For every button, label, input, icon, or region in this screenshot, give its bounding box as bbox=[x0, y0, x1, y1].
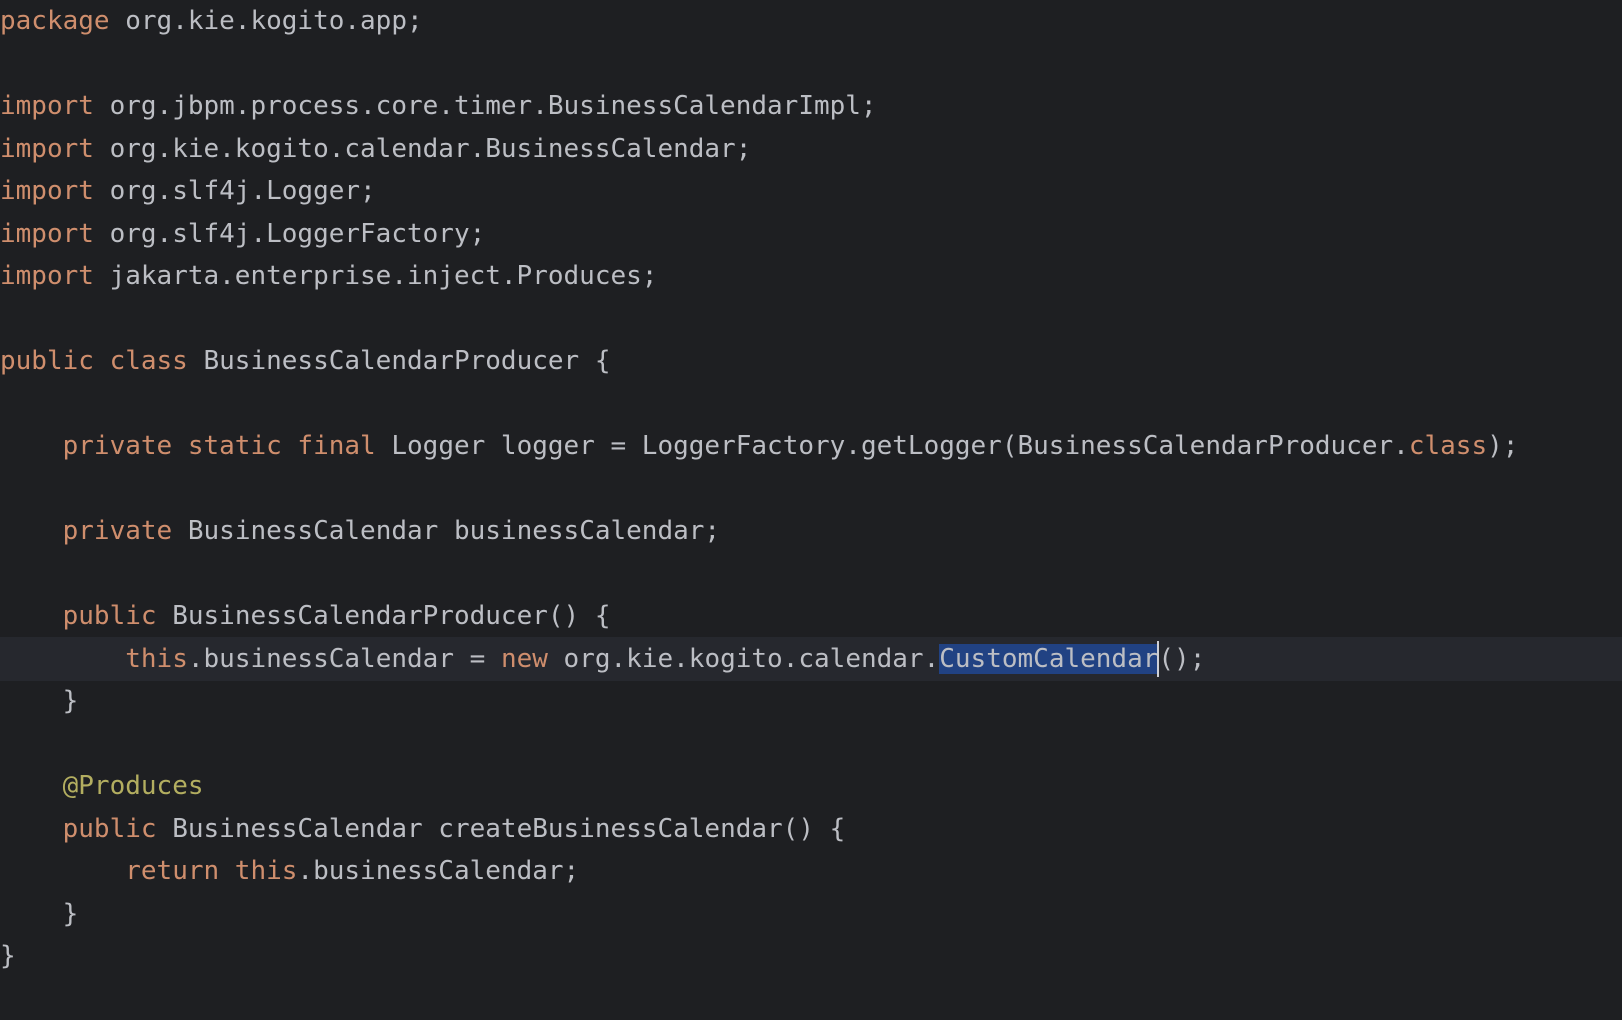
code-line-4[interactable]: import org.kie.kogito.calendar.BusinessC… bbox=[0, 127, 1622, 171]
code-token: } bbox=[0, 686, 79, 716]
code-line-10[interactable] bbox=[0, 382, 1622, 426]
code-line-15[interactable]: public BusinessCalendarProducer() { bbox=[0, 594, 1622, 638]
code-line-text: import org.jbpm.process.core.timer.Busin… bbox=[0, 84, 877, 128]
keyword-token: public class bbox=[0, 346, 188, 376]
code-line-text: public BusinessCalendar createBusinessCa… bbox=[0, 807, 846, 851]
code-line-3[interactable]: import org.jbpm.process.core.timer.Busin… bbox=[0, 84, 1622, 128]
keyword-token: class bbox=[1408, 431, 1488, 461]
code-token: org.kie.kogito.app; bbox=[109, 6, 423, 36]
code-line-16[interactable]: this.businessCalendar = new org.kie.kogi… bbox=[0, 636, 1622, 681]
code-line-text: @Produces bbox=[0, 764, 204, 808]
keyword-token: private bbox=[62, 516, 173, 546]
code-line-text: private static final Logger logger = Log… bbox=[0, 424, 1519, 468]
code-line-text: } bbox=[0, 892, 79, 936]
code-line-20[interactable]: public BusinessCalendar createBusinessCa… bbox=[0, 807, 1622, 851]
annotation-token: @Produces bbox=[62, 771, 204, 801]
keyword-token: public bbox=[62, 813, 157, 844]
code-line-19[interactable]: @Produces bbox=[0, 764, 1622, 808]
code-line-text: public class BusinessCalendarProducer { bbox=[0, 339, 610, 383]
code-line-1[interactable]: package org.kie.kogito.app; bbox=[0, 0, 1622, 43]
code-line-text: this.businessCalendar = new org.kie.kogi… bbox=[0, 637, 1205, 681]
code-token: BusinessCalendarProducer { bbox=[187, 346, 611, 376]
code-line-17[interactable]: } bbox=[0, 679, 1622, 723]
code-line-7[interactable]: import jakarta.enterprise.inject.Produce… bbox=[0, 254, 1622, 298]
keyword-token: package bbox=[0, 6, 110, 36]
code-token: BusinessCalendar businessCalendar; bbox=[172, 516, 721, 546]
code-line-13[interactable]: private BusinessCalendar businessCalenda… bbox=[0, 509, 1622, 553]
code-line-14[interactable] bbox=[0, 552, 1622, 596]
code-line-text: import jakarta.enterprise.inject.Produce… bbox=[0, 254, 657, 298]
code-token: ); bbox=[1487, 431, 1519, 461]
selected-text: CustomCalendar bbox=[939, 643, 1159, 674]
code-line-text: public BusinessCalendarProducer() { bbox=[0, 594, 611, 638]
code-line-text: private BusinessCalendar businessCalenda… bbox=[0, 509, 720, 553]
code-line-18[interactable] bbox=[0, 722, 1622, 766]
code-token: org.slf4j.Logger; bbox=[93, 176, 376, 206]
keyword-token: import bbox=[0, 133, 94, 164]
code-line-11[interactable]: private static final Logger logger = Log… bbox=[0, 424, 1622, 468]
code-token: .businessCalendar; bbox=[297, 856, 580, 886]
code-token: org.slf4j.LoggerFactory; bbox=[93, 218, 486, 249]
code-line-2[interactable] bbox=[0, 42, 1622, 86]
code-line-9[interactable]: public class BusinessCalendarProducer { bbox=[0, 339, 1622, 383]
keyword-token: return this bbox=[125, 856, 298, 886]
code-line-text: import org.slf4j.Logger; bbox=[0, 169, 376, 213]
code-line-text: return this.businessCalendar; bbox=[0, 849, 579, 893]
code-token: Logger logger = LoggerFactory.getLogger(… bbox=[375, 431, 1409, 461]
code-token: .businessCalendar = bbox=[187, 643, 501, 674]
code-line-8[interactable] bbox=[0, 297, 1622, 341]
code-line-12[interactable] bbox=[0, 467, 1622, 511]
code-editor[interactable]: package org.kie.kogito.app; import org.jb… bbox=[0, 0, 1622, 1020]
code-line-text: import org.kie.kogito.calendar.BusinessC… bbox=[0, 127, 751, 171]
code-token: } bbox=[0, 941, 16, 971]
keyword-token: this bbox=[125, 643, 188, 674]
code-line-text: import org.slf4j.LoggerFactory; bbox=[0, 212, 485, 256]
code-token: org.kie.kogito.calendar. bbox=[547, 643, 940, 674]
code-line-23[interactable]: } bbox=[0, 934, 1622, 978]
keyword-token: import bbox=[0, 261, 94, 291]
code-token: } bbox=[0, 898, 79, 929]
code-line-text: package org.kie.kogito.app; bbox=[0, 0, 423, 43]
code-line-21[interactable]: return this.businessCalendar; bbox=[0, 849, 1622, 893]
code-token: BusinessCalendarProducer() { bbox=[156, 601, 611, 631]
keyword-token: public bbox=[62, 601, 157, 631]
keyword-token: import bbox=[0, 91, 94, 121]
keyword-token: new bbox=[500, 643, 548, 674]
code-token: org.jbpm.process.core.timer.BusinessCale… bbox=[93, 91, 877, 121]
keyword-token: import bbox=[0, 176, 94, 206]
code-line-5[interactable]: import org.slf4j.Logger; bbox=[0, 169, 1622, 213]
keyword-token: private static final bbox=[62, 431, 376, 461]
code-token: (); bbox=[1158, 643, 1206, 674]
code-token: BusinessCalendar createBusinessCalendar(… bbox=[156, 813, 846, 844]
code-token: jakarta.enterprise.inject.Produces; bbox=[93, 261, 658, 291]
code-line-22[interactable]: } bbox=[0, 892, 1622, 936]
keyword-token: import bbox=[0, 218, 94, 249]
code-line-6[interactable]: import org.slf4j.LoggerFactory; bbox=[0, 212, 1622, 256]
code-line-text: } bbox=[0, 934, 16, 978]
code-token: org.kie.kogito.calendar.BusinessCalendar… bbox=[93, 133, 752, 164]
code-line-text: } bbox=[0, 679, 79, 723]
